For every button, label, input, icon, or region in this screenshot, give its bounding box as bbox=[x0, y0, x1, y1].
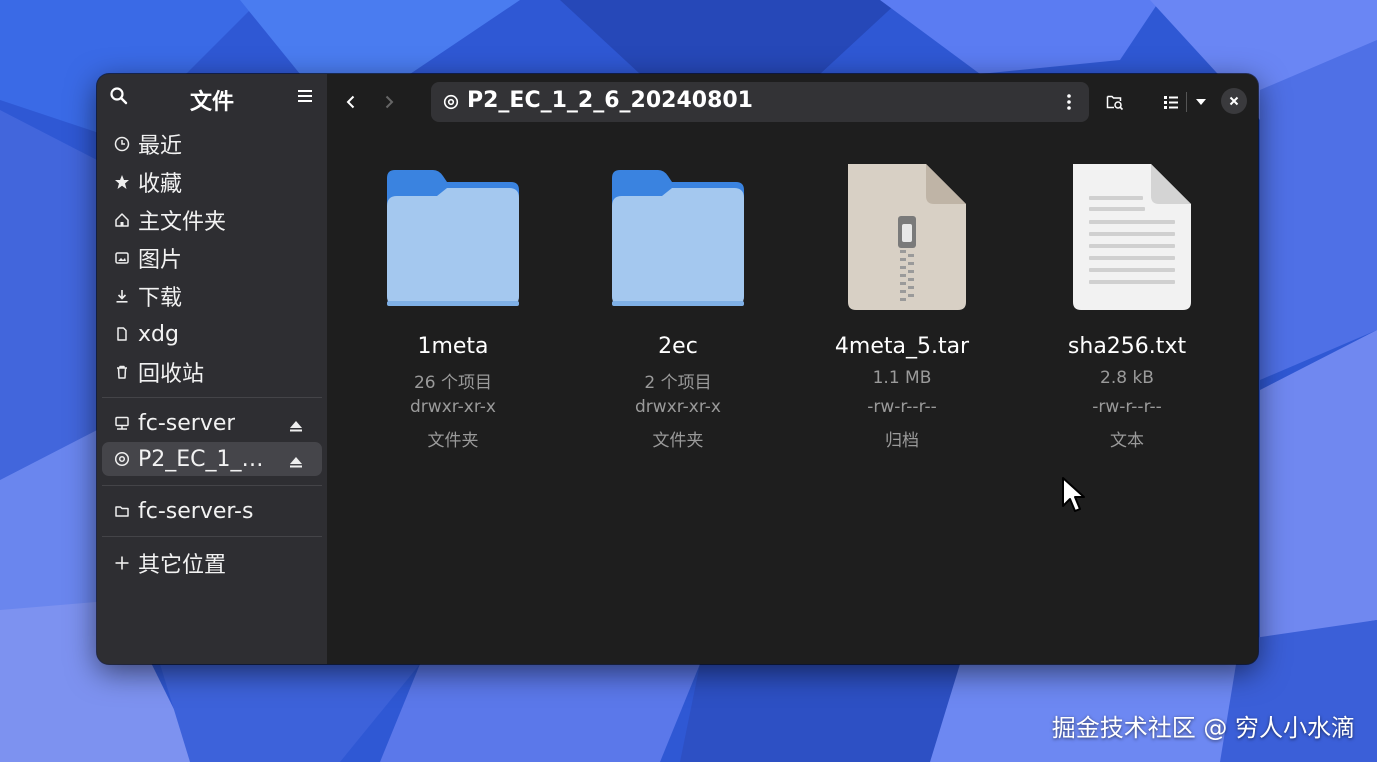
sidebar-item-downloads[interactable]: 下载 bbox=[102, 279, 322, 313]
sidebar-separator bbox=[102, 397, 322, 398]
mouse-pointer-icon bbox=[1062, 477, 1085, 512]
disc-icon bbox=[114, 451, 130, 467]
forward-button[interactable] bbox=[375, 88, 403, 116]
file-item-count: 2 个项目 bbox=[644, 373, 712, 393]
file-name: 1meta bbox=[417, 334, 489, 359]
sidebar-item-other-locations[interactable]: 其它位置 bbox=[102, 546, 322, 580]
file-kind: 文件夹 bbox=[427, 431, 479, 451]
sidebar-item-label: xdg bbox=[138, 321, 179, 347]
sidebar-item-label: fc-server-s bbox=[138, 498, 254, 524]
disc-icon bbox=[443, 94, 459, 110]
archive-zip-icon bbox=[848, 164, 966, 310]
chevron-down-icon bbox=[1196, 99, 1206, 105]
path-bar[interactable]: P2_EC_1_2_6_20240801 bbox=[431, 82, 1089, 122]
folder-search-icon bbox=[1106, 95, 1124, 111]
sidebar-item-starred[interactable]: 收藏 bbox=[102, 165, 322, 199]
file-item-folder[interactable]: 2ec 2 个项目 drwxr-xr-x 文件夹 bbox=[578, 162, 778, 462]
sidebar-item-label: P2_EC_1_… bbox=[138, 446, 264, 472]
image-icon bbox=[114, 250, 130, 266]
plus-icon bbox=[114, 555, 130, 571]
chevron-right-icon bbox=[385, 95, 394, 109]
file-item-count: 26 个项目 bbox=[413, 373, 493, 393]
file-name: sha256.txt bbox=[1067, 334, 1187, 359]
watermark-text: 掘金技术社区 @ 穷人小水滴 bbox=[1051, 714, 1355, 742]
file-name: 4meta_5.tar bbox=[834, 334, 970, 359]
sidebar-item-fc-server[interactable]: fc-server bbox=[102, 406, 322, 440]
sidebar-item-label: fc-server bbox=[138, 410, 236, 436]
eject-icon[interactable] bbox=[288, 451, 304, 468]
search-in-folder-button[interactable] bbox=[1101, 88, 1129, 116]
close-window-button[interactable] bbox=[1221, 88, 1247, 114]
sidebar-item-home[interactable]: 主文件夹 bbox=[102, 203, 322, 237]
main-content: P2_EC_1_2_6_20240801 1meta 26 个项目 drwxr-… bbox=[327, 74, 1258, 664]
sidebar-item-label: 其它位置 bbox=[138, 553, 227, 578]
file-manager-window: 文件 最近 收藏 主文件夹 图片 下载 xdg 回收站 fc-server P2… bbox=[97, 74, 1258, 664]
folder-icon bbox=[612, 170, 744, 306]
file-kind: 归档 bbox=[885, 431, 919, 451]
sidebar-item-fc-server-s[interactable]: fc-server-s bbox=[102, 494, 322, 528]
sidebar-header: 文件 bbox=[97, 74, 327, 122]
download-icon bbox=[114, 288, 130, 304]
toolbar: P2_EC_1_2_6_20240801 bbox=[327, 74, 1258, 130]
sidebar-item-label: 回收站 bbox=[138, 362, 205, 387]
close-icon bbox=[1229, 96, 1239, 106]
sidebar-item-label: 下载 bbox=[138, 286, 183, 311]
text-document-icon bbox=[1073, 164, 1191, 310]
sidebar-item-recent[interactable]: 最近 bbox=[102, 127, 322, 161]
current-path[interactable]: P2_EC_1_2_6_20240801 bbox=[467, 88, 753, 113]
file-permissions: drwxr-xr-x bbox=[410, 397, 496, 417]
list-view-icon bbox=[1164, 96, 1178, 109]
sidebar-item-label: 收藏 bbox=[138, 172, 183, 197]
file-kind: 文件夹 bbox=[652, 431, 704, 451]
document-icon bbox=[114, 326, 130, 342]
hamburger-menu-icon[interactable] bbox=[295, 86, 315, 106]
sidebar-separator bbox=[102, 485, 322, 486]
file-permissions: -rw-r--r-- bbox=[1092, 397, 1162, 417]
file-item-text[interactable]: sha256.txt 2.8 kB -rw-r--r-- 文本 bbox=[1027, 162, 1227, 462]
sidebar-item-xdg[interactable]: xdg bbox=[102, 317, 322, 351]
sidebar-item-pictures[interactable]: 图片 bbox=[102, 241, 322, 275]
sidebar-item-label: 最近 bbox=[138, 134, 183, 159]
back-button[interactable] bbox=[337, 88, 365, 116]
file-item-folder[interactable]: 1meta 26 个项目 drwxr-xr-x 文件夹 bbox=[353, 162, 553, 462]
file-permissions: -rw-r--r-- bbox=[867, 397, 937, 417]
more-options-icon[interactable] bbox=[1059, 92, 1079, 112]
sidebar-title: 文件 bbox=[189, 90, 234, 115]
network-server-icon bbox=[114, 415, 130, 431]
eject-icon[interactable] bbox=[288, 415, 304, 432]
trash-icon bbox=[114, 364, 130, 380]
view-options-dropdown[interactable] bbox=[1187, 88, 1215, 116]
file-size: 2.8 kB bbox=[1100, 368, 1154, 388]
folder-icon bbox=[114, 503, 130, 519]
chevron-left-icon bbox=[346, 95, 355, 109]
file-kind: 文本 bbox=[1110, 431, 1144, 451]
file-name: 2ec bbox=[658, 334, 698, 359]
sidebar-item-trash[interactable]: 回收站 bbox=[102, 355, 322, 389]
sidebar-separator bbox=[102, 536, 322, 537]
file-size: 1.1 MB bbox=[872, 368, 932, 388]
sidebar-item-label: 图片 bbox=[138, 248, 183, 273]
clock-icon bbox=[114, 136, 130, 152]
folder-icon bbox=[387, 170, 519, 306]
sidebar: 文件 最近 收藏 主文件夹 图片 下载 xdg 回收站 fc-server P2… bbox=[97, 74, 327, 664]
star-icon bbox=[114, 174, 130, 190]
file-permissions: drwxr-xr-x bbox=[635, 397, 721, 417]
sidebar-item-label: 主文件夹 bbox=[138, 210, 227, 235]
sidebar-item-p2-ec-disc[interactable]: P2_EC_1_… bbox=[102, 442, 322, 476]
file-item-archive[interactable]: 4meta_5.tar 1.1 MB -rw-r--r-- 归档 bbox=[802, 162, 1002, 462]
view-mode-button[interactable] bbox=[1157, 88, 1185, 116]
home-icon bbox=[114, 212, 130, 228]
